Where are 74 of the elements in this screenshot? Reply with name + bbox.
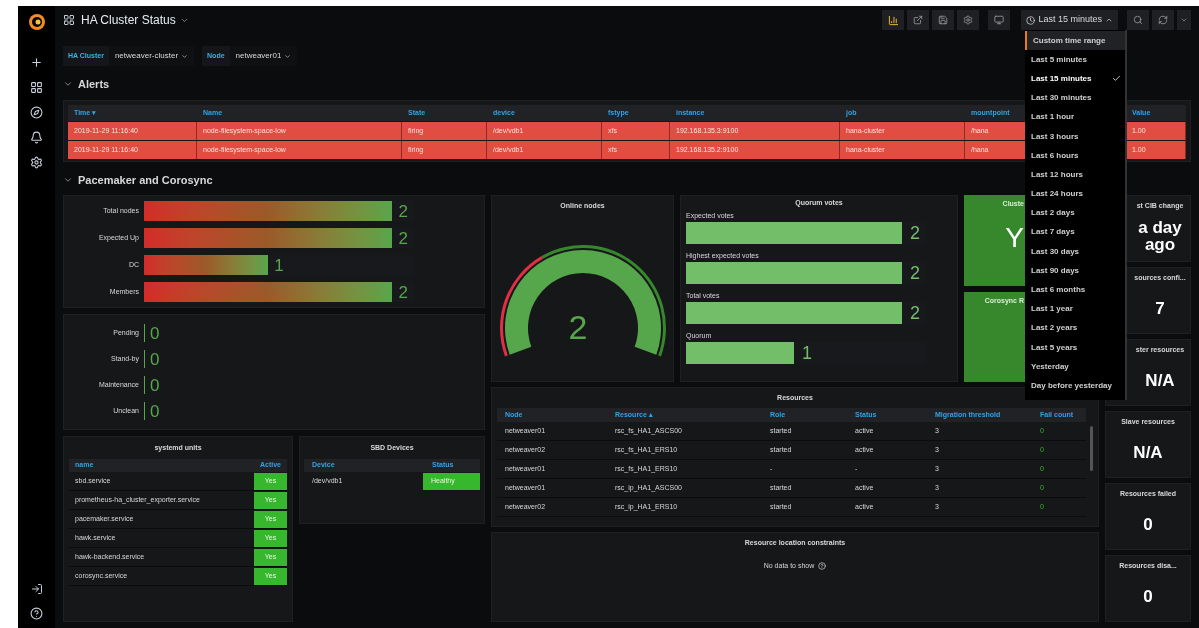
bell-icon[interactable] <box>30 131 43 144</box>
dashboard-icon <box>63 14 75 26</box>
time-range-option[interactable]: Last 1 year <box>1025 299 1125 319</box>
time-range-option[interactable]: Last 5 years <box>1025 338 1125 358</box>
time-range-option[interactable]: Last 15 minutes <box>1025 69 1125 89</box>
time-range-option[interactable]: Day before yesterday <box>1025 376 1125 396</box>
time-range-option[interactable]: Last 2 days <box>1025 203 1125 223</box>
monitor-icon <box>994 15 1005 25</box>
refresh-button[interactable] <box>1152 10 1174 30</box>
refresh-icon <box>1158 15 1168 25</box>
share-icon <box>913 15 924 25</box>
time-range-option[interactable]: Last 24 hours <box>1025 184 1125 204</box>
section-title[interactable]: Pacemaker and Corosync <box>78 171 213 189</box>
bar-value: 2 <box>909 224 920 242</box>
plus-icon[interactable] <box>30 56 43 69</box>
dashboards-icon[interactable] <box>30 81 43 94</box>
stat-value: 0 <box>1143 513 1153 536</box>
time-range-option[interactable]: Last 5 minutes <box>1025 50 1125 70</box>
settings-button[interactable] <box>957 10 980 30</box>
time-range-option[interactable]: Last 30 days <box>1025 242 1125 262</box>
save-button[interactable] <box>932 10 955 30</box>
state-value: 0 <box>149 324 160 342</box>
status-value: Y <box>1004 223 1024 252</box>
caret-icon <box>181 52 189 60</box>
zoom-out-button[interactable] <box>1127 10 1149 30</box>
help-icon[interactable] <box>30 607 43 620</box>
add-panel-button[interactable] <box>882 10 905 30</box>
save-icon <box>938 15 949 25</box>
dashboard-title[interactable]: HA Cluster Status <box>81 11 189 29</box>
time-range-option[interactable]: Last 6 months <box>1025 280 1125 300</box>
bar-value: 2 <box>397 229 408 247</box>
chevron-icon[interactable] <box>63 175 73 185</box>
stat-value: a day ago <box>1137 217 1183 257</box>
view-mode-button[interactable] <box>988 10 1011 30</box>
sign-in-icon[interactable] <box>30 583 43 595</box>
state-value: 0 <box>149 402 160 420</box>
time-range-option[interactable]: Last 7 days <box>1025 222 1125 243</box>
bar-value: 2 <box>909 304 920 322</box>
clock-icon <box>1026 15 1036 25</box>
settings-icon <box>963 15 974 25</box>
bar-value: 1 <box>273 256 284 274</box>
caret-icon <box>284 52 292 60</box>
search-icon <box>1133 15 1143 25</box>
section-title[interactable]: Alerts <box>78 75 110 93</box>
time-range-option[interactable]: Yesterday <box>1025 357 1125 377</box>
stat-value: 7 <box>1155 297 1165 320</box>
help-icon[interactable] <box>818 562 827 571</box>
time-range-option[interactable]: Last 2 years <box>1025 318 1125 338</box>
settings-icon[interactable] <box>30 156 43 169</box>
chevron-icon[interactable] <box>63 79 73 89</box>
stat-value: N/A <box>1133 441 1163 464</box>
bar-chart-icon <box>887 14 899 26</box>
time-range-picker[interactable]: Last 15 minutes <box>1021 10 1118 30</box>
bar-value: 2 <box>909 264 920 282</box>
bar-value: 1 <box>801 344 812 362</box>
time-range-option[interactable]: Custom time range <box>1025 31 1125 51</box>
bar-value: 2 <box>397 202 408 220</box>
time-range-option[interactable]: Last 12 hours <box>1025 165 1125 185</box>
logo-icon[interactable] <box>26 12 47 32</box>
caret-icon <box>1180 16 1188 24</box>
stat-value: 0 <box>1143 585 1153 608</box>
variable-dropdown[interactable]: netweaver-cluster <box>108 46 195 66</box>
scrollbar[interactable] <box>1090 426 1093 471</box>
share-button[interactable] <box>907 10 930 30</box>
state-value: 0 <box>149 350 160 368</box>
check-icon <box>1112 74 1121 84</box>
stat-value: N/A <box>1145 369 1175 392</box>
time-range-option[interactable]: Last 30 minutes <box>1025 88 1125 108</box>
gauge-value: 2 <box>568 310 588 344</box>
compass-icon[interactable] <box>30 106 43 119</box>
state-value: 0 <box>149 376 160 394</box>
time-range-option[interactable]: Last 90 days <box>1025 261 1125 281</box>
variable-dropdown[interactable]: netweaver01 <box>229 46 298 66</box>
bar-value: 2 <box>397 283 408 301</box>
